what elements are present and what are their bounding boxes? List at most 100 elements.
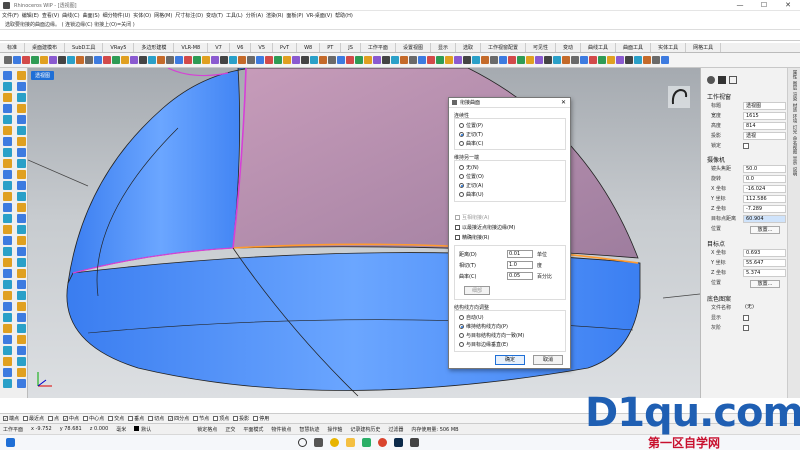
tab-vlr-m8[interactable]: VLR-M8 bbox=[174, 43, 209, 52]
target-distance-field[interactable]: 60.904 bbox=[743, 215, 786, 223]
preserve-none-radio[interactable]: 无(N) bbox=[459, 164, 479, 171]
toolbar-tool-icon[interactable] bbox=[247, 56, 255, 64]
toolbar-tool-icon[interactable] bbox=[166, 56, 174, 64]
osnap-checkbox[interactable] bbox=[108, 416, 114, 421]
toolbar-tool-icon[interactable] bbox=[148, 56, 156, 64]
menu-file[interactable]: 文件(F) bbox=[2, 12, 19, 19]
osnap-checkbox[interactable] bbox=[253, 416, 259, 421]
side-tool-icon[interactable] bbox=[17, 126, 26, 135]
toolbar-tool-icon[interactable] bbox=[175, 56, 183, 64]
chrome-icon[interactable] bbox=[330, 438, 339, 447]
side-tool-icon[interactable] bbox=[3, 170, 12, 179]
side-tool-icon[interactable] bbox=[17, 225, 26, 234]
side-tool-icon[interactable] bbox=[17, 82, 26, 91]
side-tool-icon[interactable] bbox=[17, 93, 26, 102]
side-tool-icon[interactable] bbox=[3, 258, 12, 267]
projection-select[interactable]: 透视 bbox=[743, 132, 786, 140]
side-tool-icon[interactable] bbox=[17, 357, 26, 366]
panel-tab-display[interactable]: 显示 bbox=[791, 156, 797, 165]
side-tool-icon[interactable] bbox=[17, 324, 26, 333]
toolbar-tool-icon[interactable] bbox=[229, 56, 237, 64]
toolbar-tool-icon[interactable] bbox=[301, 56, 309, 64]
curvature-input[interactable]: 0.05 bbox=[507, 272, 533, 280]
toolbar-tool-icon[interactable] bbox=[526, 56, 534, 64]
preserve-curvature-radio[interactable]: 曲率(U) bbox=[459, 191, 484, 198]
side-tool-icon[interactable] bbox=[3, 379, 12, 388]
osnap-checkbox[interactable] bbox=[48, 416, 54, 421]
toolbar-tool-icon[interactable] bbox=[346, 56, 354, 64]
toolbar-tool-icon[interactable] bbox=[382, 56, 390, 64]
rhino-icon[interactable] bbox=[410, 438, 419, 447]
status-history[interactable]: 记录建构历史 bbox=[350, 426, 380, 433]
toolbar-tool-icon[interactable] bbox=[463, 56, 471, 64]
side-tool-icon[interactable] bbox=[3, 82, 12, 91]
side-tool-icon[interactable] bbox=[17, 181, 26, 190]
menu-help[interactable]: 帮助(H) bbox=[335, 12, 353, 19]
side-tool-icon[interactable] bbox=[17, 258, 26, 267]
refine-match-checkbox[interactable]: 精确衔接(R) bbox=[455, 234, 489, 241]
side-tool-icon[interactable] bbox=[17, 203, 26, 212]
camera-z-field[interactable]: -7.289 bbox=[743, 205, 786, 213]
side-tool-icon[interactable] bbox=[3, 269, 12, 278]
side-tool-icon[interactable] bbox=[17, 346, 26, 355]
toolbar-tool-icon[interactable] bbox=[292, 56, 300, 64]
side-tool-icon[interactable] bbox=[3, 247, 12, 256]
tab-vray5[interactable]: VRay5 bbox=[103, 43, 135, 52]
side-tool-icon[interactable] bbox=[17, 247, 26, 256]
toolbar-tool-icon[interactable] bbox=[319, 56, 327, 64]
side-tool-icon[interactable] bbox=[3, 137, 12, 146]
side-tool-icon[interactable] bbox=[17, 137, 26, 146]
status-filter[interactable]: 过滤器 bbox=[388, 426, 403, 433]
menu-view[interactable]: 查看(V) bbox=[42, 12, 59, 19]
side-tool-icon[interactable] bbox=[17, 148, 26, 157]
tab-cplane[interactable]: 工作平面 bbox=[361, 43, 396, 52]
toolbar-tool-icon[interactable] bbox=[94, 56, 102, 64]
osnap-option[interactable]: 中心点 bbox=[83, 415, 104, 422]
tab-js[interactable]: JS bbox=[341, 43, 361, 52]
toolbar-tool-icon[interactable] bbox=[103, 56, 111, 64]
tab-set-view[interactable]: 设置视图 bbox=[396, 43, 431, 52]
osnap-option[interactable]: 切点 bbox=[148, 415, 164, 422]
command-input[interactable] bbox=[0, 30, 800, 41]
menu-analyze[interactable]: 分析(A) bbox=[246, 12, 263, 19]
tab-v6[interactable]: V6 bbox=[230, 43, 252, 52]
toolbar-tool-icon[interactable] bbox=[31, 56, 39, 64]
osnap-checkbox[interactable] bbox=[23, 416, 29, 421]
toolbar-tool-icon[interactable] bbox=[211, 56, 219, 64]
toolbar-tool-icon[interactable] bbox=[598, 56, 606, 64]
toolbar-tool-icon[interactable] bbox=[634, 56, 642, 64]
panel-tab-lights[interactable]: 灯光 bbox=[791, 125, 797, 134]
toolbar-tool-icon[interactable] bbox=[4, 56, 12, 64]
tab-pt[interactable]: PT bbox=[320, 43, 342, 52]
structure-match-target-radio[interactable]: 与目标结构线方向一致(M) bbox=[459, 332, 524, 339]
tab-select[interactable]: 选取 bbox=[456, 43, 481, 52]
toolbar-tool-icon[interactable] bbox=[265, 56, 273, 64]
menu-dimension[interactable]: 尺寸标注(D) bbox=[175, 12, 203, 19]
status-layer[interactable]: 默认 bbox=[134, 425, 151, 433]
status-smarttrack[interactable]: 智慧轨迹 bbox=[299, 426, 319, 433]
wallpaper-file-field[interactable]: (无) bbox=[743, 304, 786, 312]
toolbar-tool-icon[interactable] bbox=[472, 56, 480, 64]
target-x-field[interactable]: 0.693 bbox=[743, 249, 786, 257]
panel-tab-layers[interactable]: 图层 bbox=[791, 81, 797, 90]
toolbar-tool-icon[interactable] bbox=[328, 56, 336, 64]
status-gumball[interactable]: 操作轴 bbox=[327, 426, 342, 433]
wechat-icon[interactable] bbox=[362, 438, 371, 447]
side-tool-icon[interactable] bbox=[17, 159, 26, 168]
side-tool-icon[interactable] bbox=[3, 280, 12, 289]
side-tool-icon[interactable] bbox=[17, 291, 26, 300]
tab-desktop-modeling[interactable]: 桌面建模布 bbox=[25, 43, 66, 52]
status-planar[interactable]: 平面模式 bbox=[243, 426, 263, 433]
side-tool-icon[interactable] bbox=[17, 192, 26, 201]
toolbar-tool-icon[interactable] bbox=[643, 56, 651, 64]
structure-auto-radio[interactable]: 自动(U) bbox=[459, 314, 484, 321]
toolbar-tool-icon[interactable] bbox=[571, 56, 579, 64]
dialog-close-icon[interactable]: ✕ bbox=[561, 99, 566, 106]
toolbar-tool-icon[interactable] bbox=[661, 56, 669, 64]
side-tool-icon[interactable] bbox=[3, 148, 12, 157]
panel-tab-materials[interactable]: 材质 bbox=[791, 103, 797, 112]
menu-surface[interactable]: 曲面(S) bbox=[83, 12, 100, 19]
tab-visibility[interactable]: 可见性 bbox=[526, 43, 557, 52]
side-tool-icon[interactable] bbox=[3, 291, 12, 300]
toolbar-tool-icon[interactable] bbox=[130, 56, 138, 64]
